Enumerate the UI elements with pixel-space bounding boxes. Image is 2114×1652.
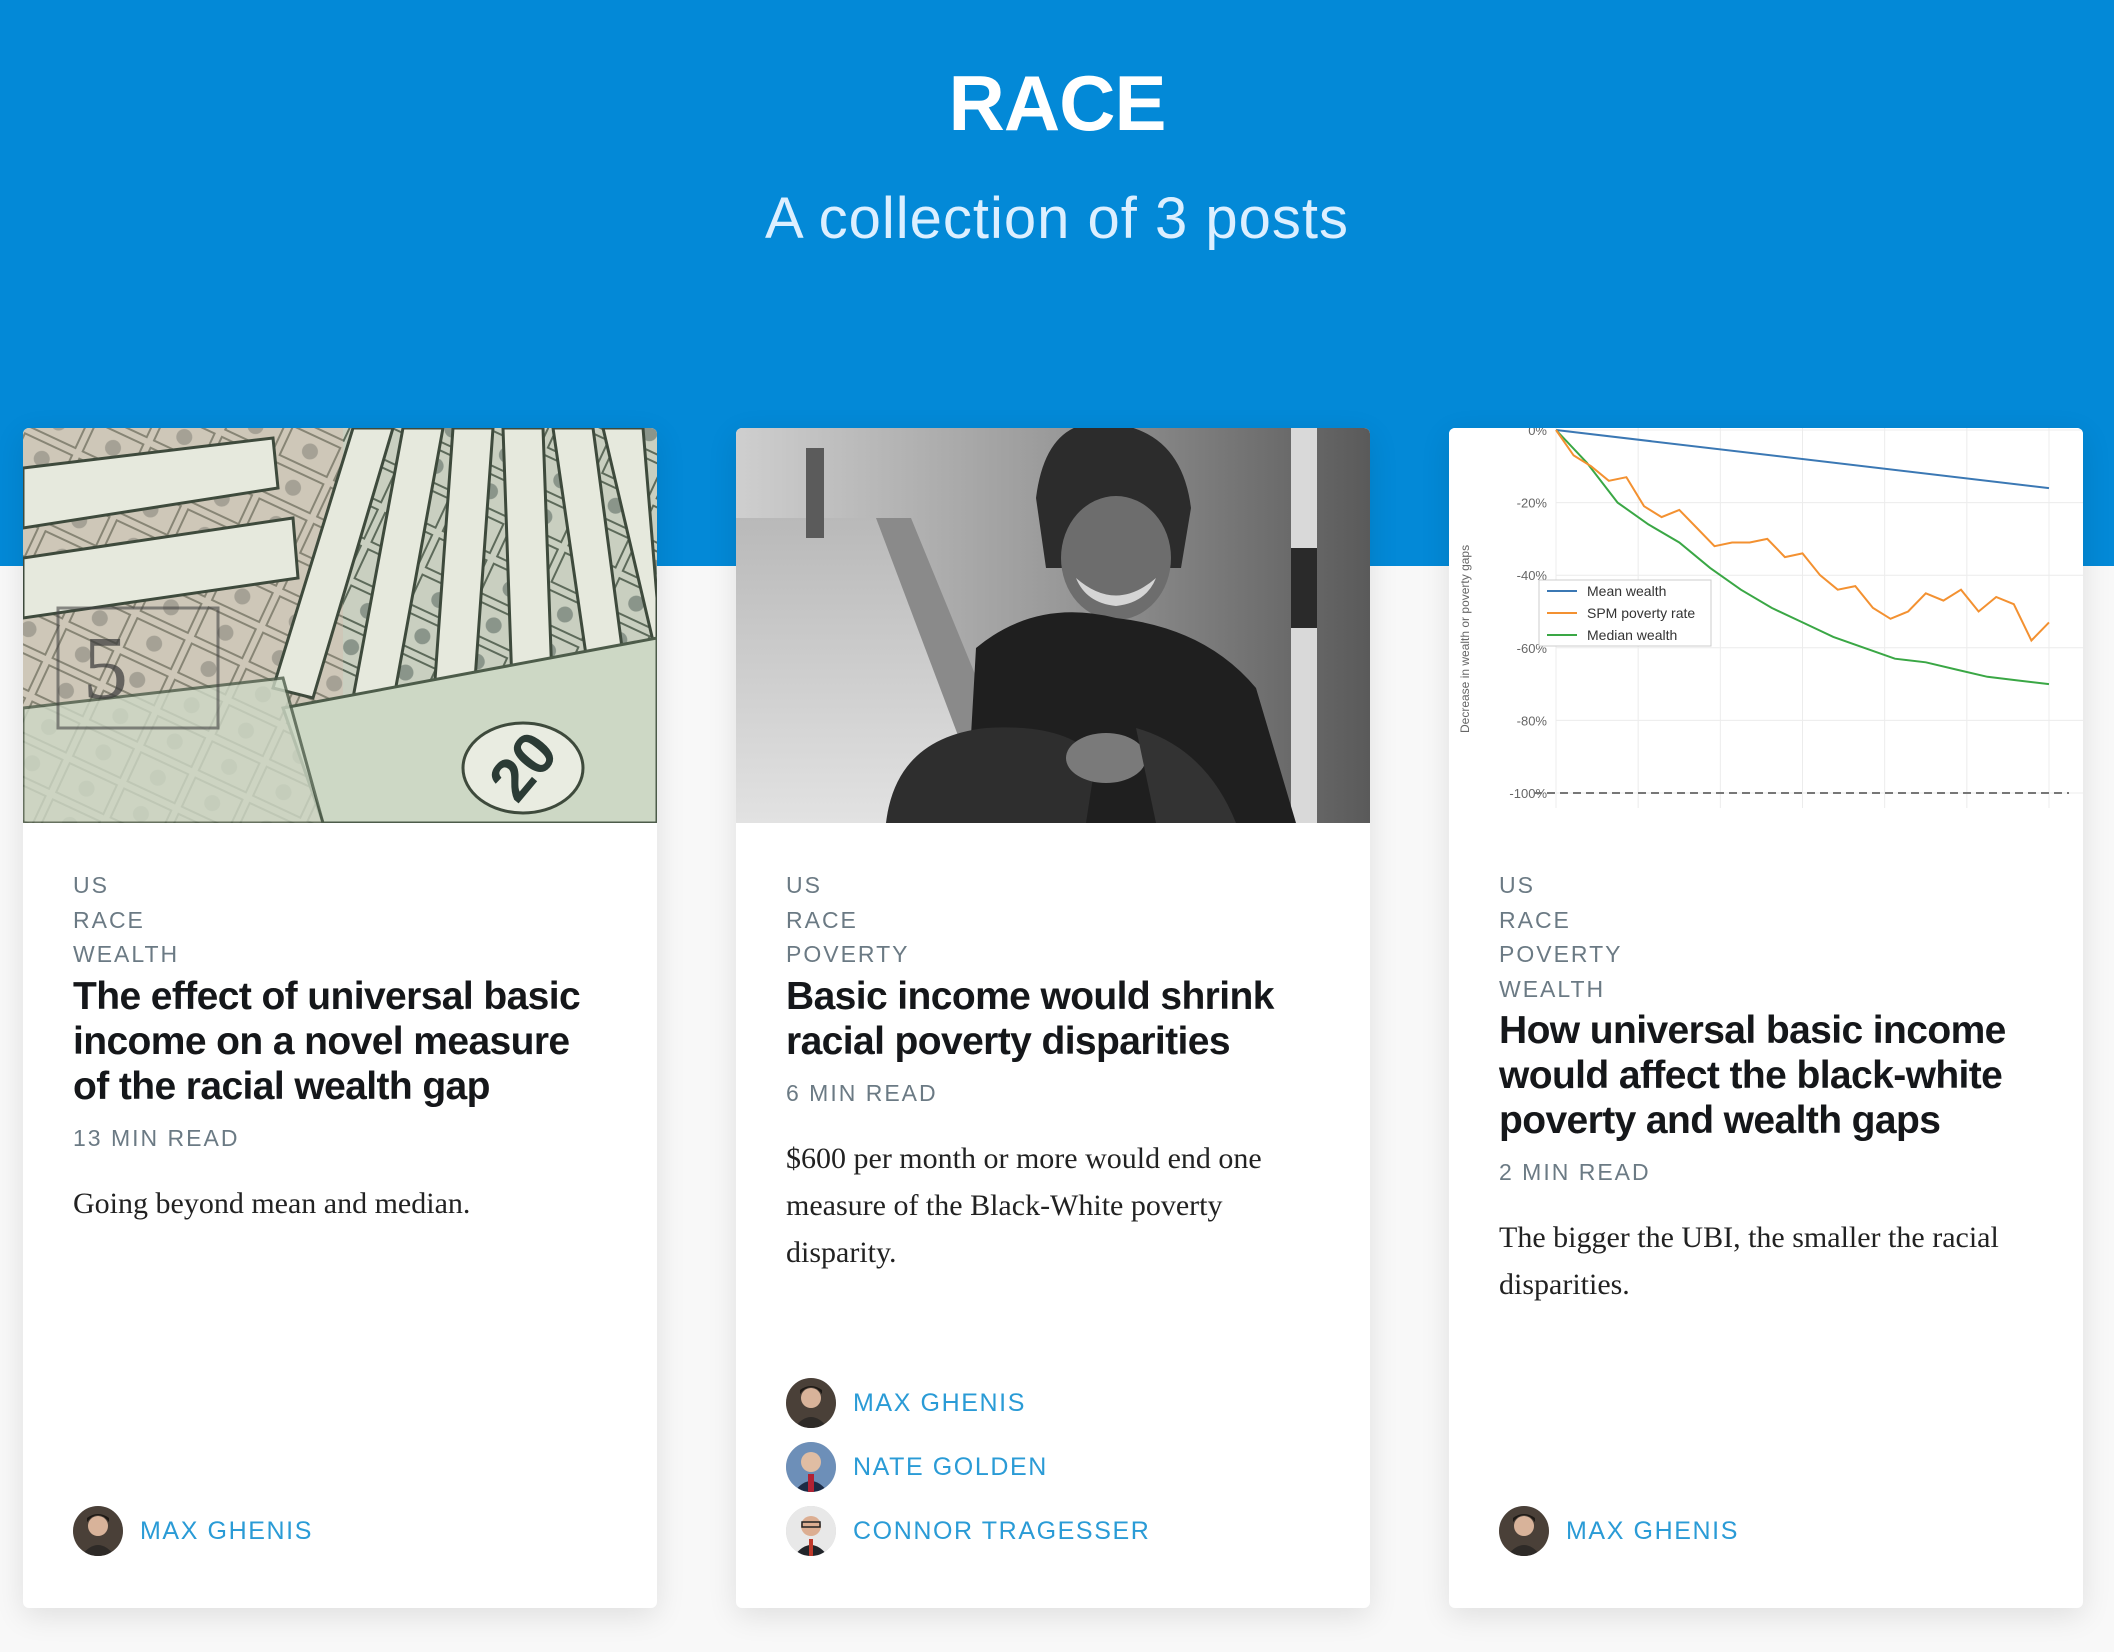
post-card[interactable]: 20 5 US RACE WEALTH The effect of univer… [23,428,657,1608]
post-image-chart[interactable]: Decrease in wealth or poverty gaps 0% -20… [1449,428,2083,823]
tag-link[interactable]: POVERTY [786,937,1320,972]
author-avatar[interactable] [786,1442,836,1492]
author-item[interactable]: NATE GOLDEN [786,1442,1150,1492]
tag-link[interactable]: WEALTH [73,937,607,972]
post-excerpt[interactable]: $600 per month or more would end one mea… [786,1135,1320,1276]
legend-label: Median wealth [1587,627,1677,643]
post-excerpt[interactable]: Going beyond mean and median. [73,1180,607,1227]
tag-link[interactable]: RACE [786,903,1320,938]
author-item[interactable]: MAX GHENIS [786,1378,1150,1428]
author-name[interactable]: MAX GHENIS [853,1389,1026,1418]
author-item[interactable]: CONNOR TRAGESSER [786,1506,1150,1556]
author-item[interactable]: MAX GHENIS [1499,1506,1739,1556]
tag-link[interactable]: US [786,868,1320,903]
tag-title: RACE [948,59,1166,147]
post-title[interactable]: The effect of universal basic income on … [73,974,607,1109]
chart-y-label: Decrease in wealth or poverty gaps [1458,545,1472,733]
svg-text:5: 5 [83,619,128,718]
tag-link[interactable]: WEALTH [1499,972,2033,1007]
tag-link[interactable]: POVERTY [1499,937,2033,972]
author-avatar[interactable] [73,1506,123,1556]
post-tags: US RACE POVERTY WEALTH [1499,868,2033,1006]
legend-label: Mean wealth [1587,583,1666,599]
author-avatar[interactable] [1499,1506,1549,1556]
post-excerpt[interactable]: The bigger the UBI, the smaller the raci… [1499,1214,2033,1308]
tag-link[interactable]: US [1499,868,2033,903]
money-photo: 20 5 [23,428,657,823]
tag-link[interactable]: RACE [73,903,607,938]
author-avatar[interactable] [786,1506,836,1556]
post-card-body: US RACE POVERTY WEALTH How universal bas… [1499,868,2033,1338]
chart-thumbnail: Decrease in wealth or poverty gaps 0% -20… [1449,428,2083,823]
author-list: MAX GHENIS [1499,1506,1739,1556]
post-tags: US RACE WEALTH [73,868,607,972]
read-time: 2 MIN READ [1499,1159,1651,1185]
post-title[interactable]: Basic income would shrink racial poverty… [786,974,1320,1064]
author-name[interactable]: NATE GOLDEN [853,1453,1048,1482]
chart-legend: Mean wealth SPM poverty rate Median weal… [1538,579,1712,647]
author-name[interactable]: CONNOR TRAGESSER [853,1517,1150,1546]
author-name[interactable]: MAX GHENIS [1566,1517,1739,1546]
legend-label: SPM poverty rate [1587,605,1695,621]
tag-link[interactable]: US [73,868,607,903]
post-card-body: US RACE WEALTH The effect of universal b… [73,868,607,1257]
post-title[interactable]: How universal basic income would affect … [1499,1008,2033,1143]
read-time: 13 MIN READ [73,1124,240,1151]
author-list: MAX GHENIS NATE GOLDEN CONNOR TRAGESSER [786,1378,1150,1556]
post-card[interactable]: US RACE POVERTY Basic income would shrin… [736,428,1370,1608]
tag-link[interactable]: RACE [1499,903,2033,938]
author-item[interactable]: MAX GHENIS [73,1506,313,1556]
read-time: 6 MIN READ [786,1079,938,1106]
chart-tick-label: -80% [1517,713,1548,728]
author-list: MAX GHENIS [73,1506,313,1556]
man-sitting-photo [736,428,1370,823]
post-image-man[interactable] [736,428,1370,823]
author-avatar[interactable] [786,1378,836,1428]
post-tags: US RACE POVERTY [786,868,1320,972]
chart-tick-label: 0% [1528,428,1547,438]
author-name[interactable]: MAX GHENIS [140,1517,313,1546]
post-image-money[interactable]: 20 5 [23,428,657,823]
tag-post-count: A collection of 3 posts [765,186,1349,251]
post-card-body: US RACE POVERTY Basic income would shrin… [786,868,1320,1306]
post-card[interactable]: Decrease in wealth or poverty gaps 0% -20… [1449,428,2083,1608]
chart-tick-label: -20% [1517,496,1548,511]
